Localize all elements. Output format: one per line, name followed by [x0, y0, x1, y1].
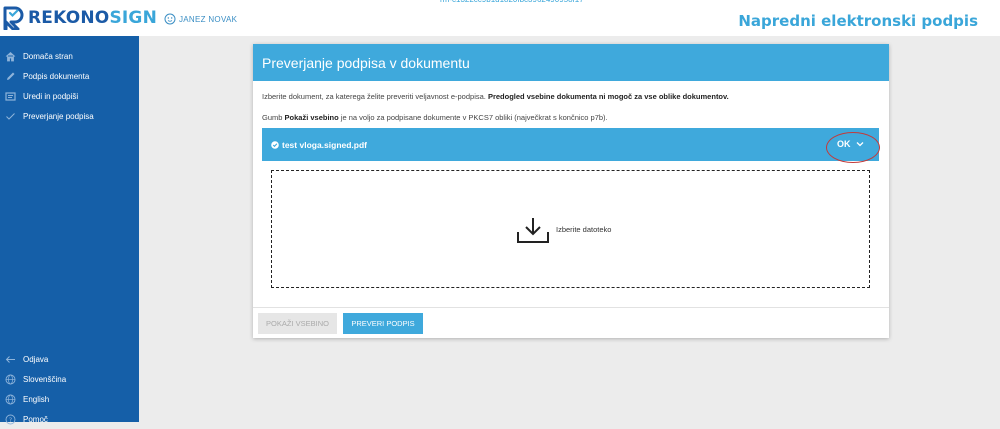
sidebar-item-sign-document[interactable]: Podpis dokumenta	[0, 66, 139, 86]
verify-signature-card: Preverjanje podpisa v dokumentu Izberite…	[253, 44, 889, 338]
sidebar-item-label: Odjava	[23, 354, 49, 364]
app-title: Napredni elektronski podpis	[738, 12, 978, 30]
sidebar-item-label: Domača stran	[23, 51, 73, 61]
home-icon	[5, 51, 16, 62]
sidebar-item-verify-signature[interactable]: Preverjanje podpisa	[0, 106, 139, 126]
edit-box-icon	[5, 91, 16, 102]
file-dropzone[interactable]: Izberite datoteko	[271, 170, 870, 288]
show-content-button[interactable]: POKAŽI VSEBINO	[258, 313, 337, 334]
file-name: test vloga.signed.pdf	[271, 140, 367, 150]
arrow-left-icon	[5, 354, 16, 365]
sidebar-item-help[interactable]: ? Pomoč	[0, 409, 139, 429]
sidebar-item-english[interactable]: English	[0, 389, 139, 409]
check-icon	[5, 111, 16, 122]
highlight-annotation-ring	[826, 132, 880, 163]
sidebar-item-edit-and-sign[interactable]: Uredi in podpiši	[0, 86, 139, 106]
page-title: Preverjanje podpisa v dokumentu	[262, 55, 470, 71]
pkcs7-note-text: Gumb Pokaži vsebino je na voljo za podpi…	[262, 113, 608, 122]
pencil-icon	[5, 71, 16, 82]
sidebar-item-label: Preverjanje podpisa	[23, 111, 94, 121]
verify-signature-button[interactable]: PREVERI PODPIS	[343, 313, 423, 334]
card-header: Preverjanje podpisa v dokumentu	[253, 44, 889, 81]
sidebar-item-label: English	[23, 394, 50, 404]
user-face-icon	[164, 13, 176, 25]
divider	[253, 307, 889, 308]
logo-text: REKONOSIGN	[28, 8, 158, 28]
download-icon	[517, 218, 549, 243]
sidebar: Domača stran Podpis dokumenta Uredi in p…	[0, 36, 139, 424]
session-id: rm-c1322cc9b1d1820fbc3962490958f17	[440, 0, 584, 4]
svg-text:?: ?	[9, 416, 12, 424]
user-menu[interactable]: JANEZ NOVAK	[164, 13, 237, 25]
sidebar-item-label: Pomoč	[23, 414, 48, 424]
sidebar-item-slovenian[interactable]: Slovenščina	[0, 369, 139, 389]
help-icon: ?	[5, 414, 16, 425]
selected-file-bar[interactable]: test vloga.signed.pdf OK	[262, 128, 879, 161]
globe-icon	[5, 374, 16, 385]
sidebar-item-logout[interactable]: Odjava	[0, 349, 139, 369]
globe-icon	[5, 394, 16, 405]
sidebar-item-label: Slovenščina	[23, 374, 67, 384]
dropzone-label: Izberite datoteko	[556, 225, 612, 234]
user-name: JANEZ NOVAK	[179, 14, 238, 24]
check-circle-icon	[271, 141, 279, 149]
rekonosign-logo-icon	[3, 6, 24, 30]
instructions-text: Izberite dokument, za katerega želite pr…	[262, 92, 729, 101]
top-bar: REKONOSIGN JANEZ NOVAK rm-c1322cc9b1d182…	[0, 0, 1000, 36]
sidebar-item-label: Uredi in podpiši	[23, 91, 79, 101]
logo[interactable]: REKONOSIGN	[2, 5, 157, 31]
sidebar-item-home[interactable]: Domača stran	[0, 46, 139, 66]
sidebar-item-label: Podpis dokumenta	[23, 71, 90, 81]
